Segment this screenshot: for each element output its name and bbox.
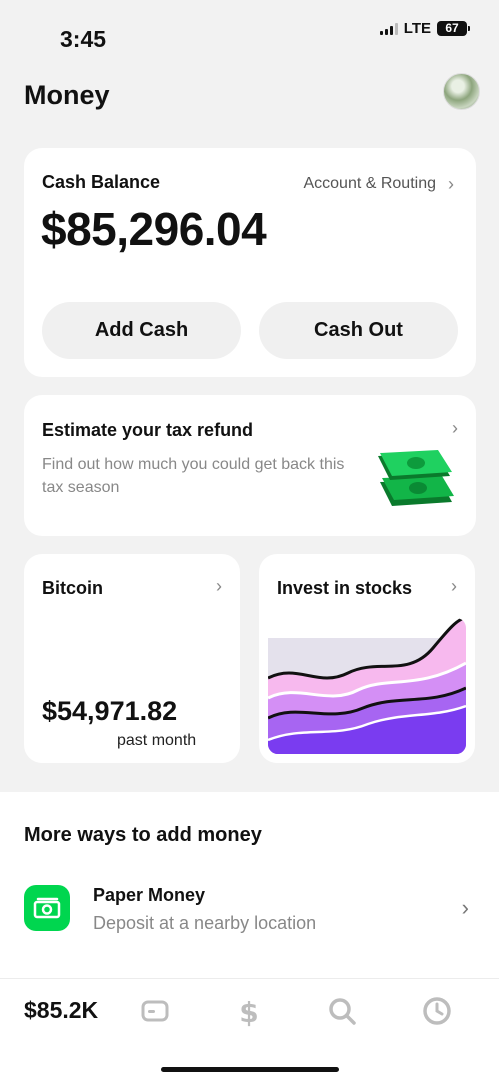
chevron-right-icon: ›: [216, 576, 222, 596]
search-icon[interactable]: [326, 995, 358, 1027]
more-ways-section: More ways to add money Paper Money Depos…: [0, 792, 499, 978]
bitcoin-title: Bitcoin: [42, 578, 103, 598]
signal-icon: [379, 22, 398, 35]
paper-money-icon: [24, 885, 70, 931]
chevron-right-icon: ›: [448, 174, 454, 194]
battery-icon: 67: [437, 21, 470, 36]
tab-bar: $85.2K $: [0, 978, 499, 1080]
svg-text:$: $: [239, 996, 258, 1027]
clock-icon[interactable]: [421, 995, 453, 1027]
bitcoin-period: past month: [117, 732, 197, 749]
status-bar: 3:45 LTE 67: [0, 0, 499, 64]
chevron-right-icon: ›: [452, 418, 458, 438]
home-indicator: [161, 1067, 339, 1072]
paper-money-title: Paper Money: [93, 885, 206, 905]
tax-refund-title: Estimate your tax refund: [42, 420, 254, 440]
avatar[interactable]: [443, 73, 480, 110]
add-cash-button[interactable]: Add Cash: [42, 302, 241, 359]
status-indicators: LTE 67: [379, 20, 470, 37]
cash-balance-amount: $85,296.04: [41, 203, 267, 255]
bitcoin-card[interactable]: Bitcoin › $54,971.82 past month: [24, 554, 240, 763]
invest-stocks-card[interactable]: Invest in stocks ›: [259, 554, 475, 763]
tax-refund-card[interactable]: Estimate your tax refund Find out how mu…: [24, 395, 476, 536]
card-icon[interactable]: [139, 995, 171, 1027]
account-routing-label: Account & Routing: [303, 175, 436, 192]
more-ways-title: More ways to add money: [24, 824, 262, 846]
dollar-icon[interactable]: $: [233, 995, 265, 1027]
cash-balance-card: Cash Balance Account & Routing › $85,296…: [24, 148, 476, 377]
paper-money-subtitle: Deposit at a nearby location: [93, 913, 317, 933]
stocks-illustration: [268, 618, 466, 754]
tab-balance[interactable]: $85.2K: [24, 997, 98, 1024]
chevron-right-icon: ›: [461, 895, 469, 920]
cash-balance-label: Cash Balance: [42, 172, 161, 192]
invest-stocks-title: Invest in stocks: [277, 578, 413, 598]
network-label: LTE: [403, 20, 431, 37]
account-routing-link[interactable]: Account & Routing ›: [303, 175, 454, 193]
tax-refund-subtitle: Find out how much you could get back thi…: [42, 456, 345, 496]
money-stack-icon: [378, 450, 454, 506]
chevron-right-icon: ›: [451, 576, 457, 596]
cash-out-button[interactable]: Cash Out: [259, 302, 458, 359]
status-time: 3:45: [60, 26, 107, 52]
page-title: Money: [24, 80, 110, 110]
bitcoin-amount: $54,971.82: [42, 696, 178, 726]
